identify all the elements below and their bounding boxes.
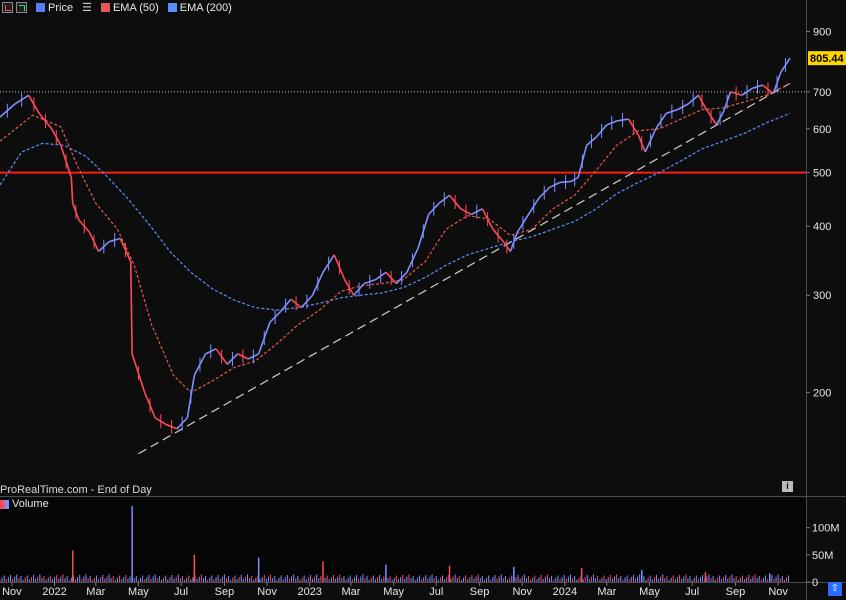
x-tick-label: 2023: [297, 586, 321, 598]
x-tick-label: 2024: [553, 586, 577, 598]
x-tick-label: Mar: [86, 586, 105, 598]
volume-pane: [0, 498, 806, 582]
x-tick-label: Nov: [257, 586, 277, 598]
info-icon[interactable]: i: [782, 481, 793, 492]
volume-y-tick-label: 0: [812, 577, 818, 589]
x-tick-label: Jul: [174, 586, 188, 598]
x-tick-label: Nov: [2, 586, 22, 598]
y-tick-label: 200: [813, 388, 831, 400]
y-tick-label: 600: [813, 124, 831, 136]
volume-y-tick-label: 100M: [812, 523, 840, 535]
chart-window: Price ☰ EMA (50) EMA (200) 200 300 400 500 6…: [0, 0, 846, 600]
x-tick-label: May: [383, 586, 404, 598]
y-tick-label: 900: [813, 26, 831, 38]
volume-y-tick-label: 50M: [812, 550, 833, 562]
scroll-up-icon[interactable]: ⇧: [828, 582, 842, 596]
x-tick-label: Mar: [597, 586, 616, 598]
watermark: ProRealTime.com - End of Day: [0, 484, 152, 496]
x-tick-label: Jul: [685, 586, 699, 598]
x-tick-label: Sep: [726, 586, 746, 598]
y-tick-label: 500: [813, 168, 831, 180]
x-tick-label: Nov: [768, 586, 788, 598]
x-tick-label: May: [639, 586, 660, 598]
x-tick-label: Jul: [429, 586, 443, 598]
price-pane: [0, 16, 806, 496]
volume-pane-bg: [0, 498, 806, 582]
x-tick-label: 2022: [42, 586, 66, 598]
last-price-label: 805.44: [810, 53, 845, 65]
x-tick-label: Sep: [215, 586, 235, 598]
chart-svg: 200 300 400 500 600 700 900 805.44 0 50M 100M Nov 20…: [0, 0, 846, 600]
x-tick-label: Mar: [341, 586, 360, 598]
y-tick-label: 400: [813, 221, 831, 233]
x-tick-label: May: [128, 586, 149, 598]
y-tick-label: 700: [813, 87, 831, 99]
x-tick-label: Nov: [512, 586, 532, 598]
x-tick-label: Sep: [470, 586, 490, 598]
volume-header: Volume: [0, 498, 49, 510]
volume-label[interactable]: Volume: [12, 498, 49, 510]
y-tick-label: 300: [813, 290, 831, 302]
volume-swatch-icon: [0, 499, 9, 509]
price-pane-bg: [0, 16, 806, 496]
